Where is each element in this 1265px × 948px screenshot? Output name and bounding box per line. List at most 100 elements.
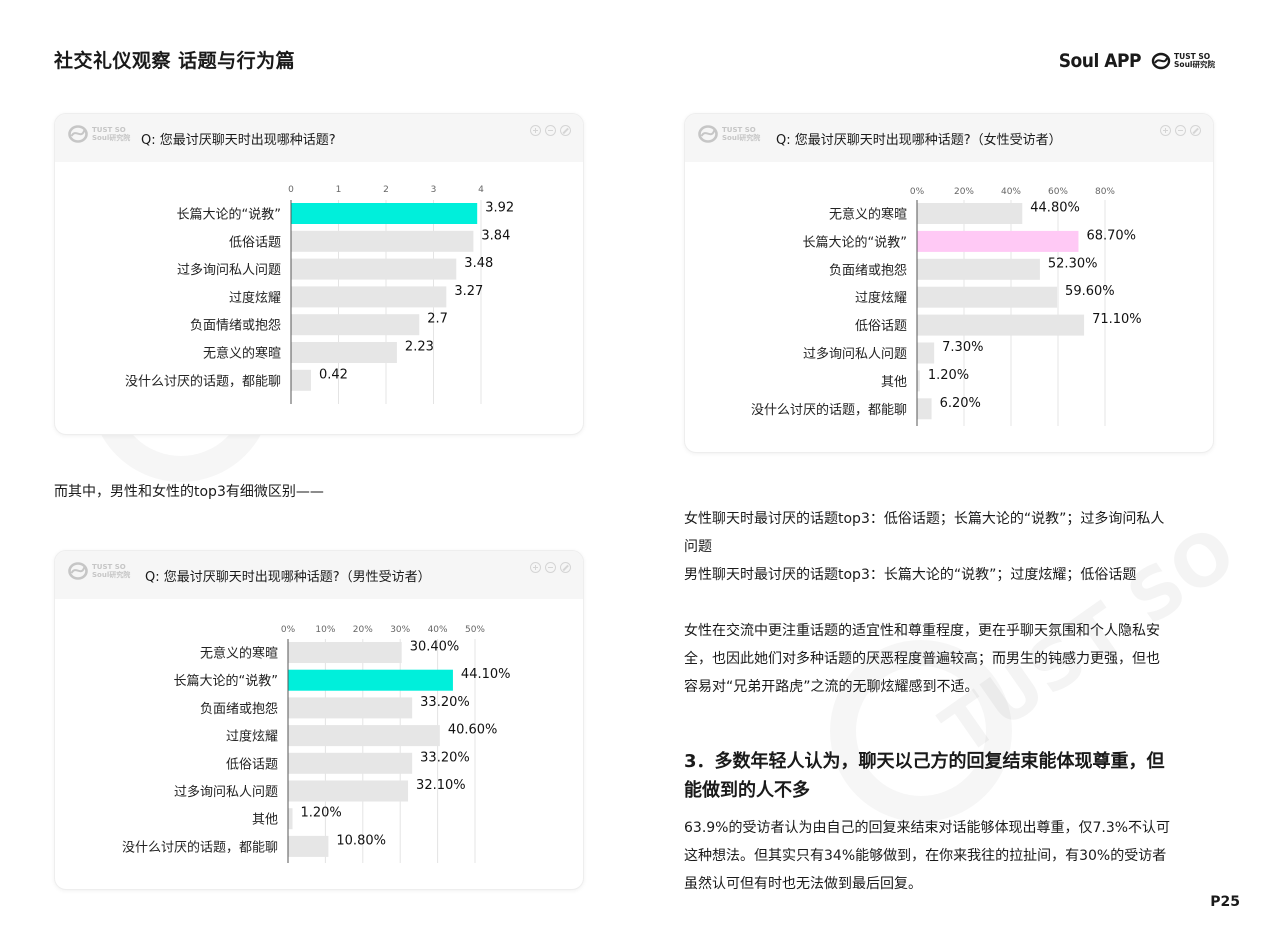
soul-logo-icon	[1151, 52, 1171, 70]
tick-label: 0%	[281, 625, 296, 635]
bar	[288, 808, 293, 830]
tick-label: 0%	[910, 187, 925, 197]
tick-label: 0	[288, 185, 294, 195]
bar	[917, 286, 1058, 308]
tick-label: 20%	[954, 187, 974, 197]
tick-label: 80%	[1095, 187, 1115, 197]
category-label: 过度炫耀	[229, 290, 281, 306]
intro-text: 而其中，男性和女性的top3有细微区别——	[54, 484, 324, 500]
bar	[917, 314, 1085, 336]
bar	[917, 230, 1079, 252]
data-label: 44.10%	[461, 667, 511, 682]
category-label: 过多询问私人问题	[177, 262, 281, 278]
data-label: 10.80%	[336, 833, 386, 848]
section-line-3: 虽然认可但有时也无法做到最后回复。	[684, 876, 922, 892]
data-label: 7.30%	[942, 340, 983, 355]
category-label: 负面绪或抱怨	[200, 701, 278, 717]
analysis-line-2: 全，也因此她们对多种话题的厌恶程度普遍较高；而男生的钝感力更强，但也	[684, 651, 1160, 667]
category-label: 没什么讨厌的话题，都能聊	[122, 839, 278, 855]
summary-line-1: 女性聊天时最讨厌的话题top3：低俗话题；长篇大论的“说教”；过多询问私人	[684, 511, 1165, 527]
analysis-line-1: 女性在交流中更注重话题的适宜性和尊重程度，更在乎聊天氛围和个人隐私安	[684, 623, 1160, 639]
bar-chart-male: 0% 10% 20% 30% 40% 50% 无意义的寒暄 30.40% 长篇大论的“说教” 44…	[122, 625, 511, 863]
category-label: 没什么讨厌的话题，都能聊	[125, 373, 281, 389]
page-title: 社交礼仪观察 话题与行为篇	[54, 50, 296, 72]
data-label: 71.10%	[1092, 312, 1142, 327]
section-heading: 3．多数年轻人认为，聊天以己方的回复结束能体现尊重，但 能做到的人不多	[684, 747, 1224, 805]
data-label: 2.7	[427, 312, 448, 327]
tick-label: 2	[383, 185, 389, 195]
bar	[291, 203, 478, 224]
tick-label: 4	[478, 185, 484, 195]
tick-label: 30%	[390, 625, 410, 635]
tick-label: 3	[431, 185, 437, 195]
brand-app-name: Soul APP	[1058, 50, 1142, 72]
category-label: 过度炫耀	[855, 290, 907, 306]
tick-label: 60%	[1048, 187, 1068, 197]
category-label: 其他	[252, 813, 278, 828]
data-label: 40.60%	[448, 723, 498, 738]
bar	[288, 725, 440, 747]
tick-label: 1	[336, 185, 342, 195]
data-label: 3.27	[454, 284, 483, 299]
section-paragraph: 63.9%的受访者认为由自己的回复来结束对话能够体现出尊重，仅7.3%不认可 这…	[684, 814, 1224, 898]
category-label: 长篇大论的“说教”	[803, 234, 907, 250]
data-label: 0.42	[319, 367, 348, 382]
tick-label: 50%	[465, 625, 485, 635]
data-label: 3.84	[481, 228, 510, 243]
section-heading-line-2: 能做到的人不多	[684, 780, 810, 801]
data-label: 30.40%	[410, 640, 460, 655]
summary-line-2: 问题	[684, 539, 712, 555]
tick-label: 20%	[353, 625, 373, 635]
analysis-paragraph: 女性在交流中更注重话题的适宜性和尊重程度，更在乎聊天氛围和个人隐私安 全，也因此…	[684, 617, 1224, 701]
bar-chart-female: 0% 20% 40% 60% 80% 无意义的寒暄 44.80% 长篇大论的“说教” 68.70…	[751, 187, 1142, 426]
category-label: 无意义的寒暄	[829, 207, 907, 223]
bar	[291, 369, 311, 391]
chart-card-male: TUST SO Soul研究院 Q: 您最讨厌聊天时出现哪种话题?（男性受访者） …	[54, 550, 584, 890]
section-line-2: 这种想法。但其实只有34%能够做到，在你来我往的拉扯间，有30%的受访者	[684, 848, 1167, 864]
section-line-1: 63.9%的受访者认为由自己的回复来结束对话能够体现出尊重，仅7.3%不认可	[684, 820, 1171, 836]
bar	[291, 286, 447, 308]
bar	[291, 258, 457, 280]
category-label: 其他	[881, 375, 907, 390]
analysis-line-3: 容易对“兄弟开路虎”之流的无聊炫耀感到不适。	[684, 679, 979, 695]
bar	[291, 314, 420, 336]
bar	[917, 203, 1023, 224]
summary-line-3: 男性聊天时最讨厌的话题top3：长篇大论的“说教”；过度炫耀；低俗话题	[684, 567, 1137, 583]
category-label: 没什么讨厌的话题，都能聊	[751, 402, 907, 418]
bar	[288, 642, 402, 663]
data-label: 33.20%	[420, 750, 470, 765]
bar-chart-overall: 0 1 2 3 4 长篇大论的“说教” 3.92 低俗话题 3.84 过多询问私人问题 3.48 过度…	[125, 185, 514, 404]
brand-logo: TUST SO Soul研究院	[1151, 52, 1215, 70]
category-label: 无意义的寒暄	[200, 646, 278, 662]
category-label: 低俗话题	[855, 319, 907, 334]
bar	[291, 230, 474, 252]
bar	[917, 342, 935, 364]
data-label: 59.60%	[1065, 284, 1115, 299]
category-label: 负面绪或抱怨	[829, 262, 907, 278]
data-label: 68.70%	[1086, 228, 1136, 243]
data-label: 6.20%	[940, 396, 981, 411]
bar	[288, 752, 413, 774]
category-label: 过多询问私人问题	[803, 346, 907, 362]
bar	[288, 697, 413, 719]
category-label: 过度炫耀	[226, 729, 278, 745]
category-label: 长篇大论的“说教”	[174, 673, 278, 689]
brand-logo-line2: Soul研究院	[1174, 60, 1215, 69]
brand: Soul APP TUST SO Soul研究院	[1059, 50, 1215, 72]
bar	[288, 780, 409, 802]
data-label: 33.20%	[420, 695, 470, 710]
data-label: 3.92	[485, 201, 514, 216]
chart-card-overall: TUST SO Soul研究院 Q: 您最讨厌聊天时出现哪种话题? 0 1 2 3 4 长篇…	[54, 113, 584, 435]
tick-label: 40%	[1001, 187, 1021, 197]
data-label: 32.10%	[416, 778, 466, 793]
chart-card-female: TUST SO Soul研究院 Q: 您最讨厌聊天时出现哪种话题?（女性受访者） …	[684, 113, 1214, 453]
data-label: 3.48	[464, 256, 493, 271]
summary-paragraph: 女性聊天时最讨厌的话题top3：低俗话题；长篇大论的“说教”；过多询问私人 问题…	[684, 505, 1224, 589]
data-label: 2.23	[405, 340, 434, 355]
data-label: 1.20%	[300, 806, 341, 821]
tick-label: 40%	[428, 625, 448, 635]
bar	[917, 258, 1040, 280]
page-number: P25	[1210, 894, 1240, 910]
bar	[288, 669, 453, 691]
bar	[288, 835, 329, 857]
